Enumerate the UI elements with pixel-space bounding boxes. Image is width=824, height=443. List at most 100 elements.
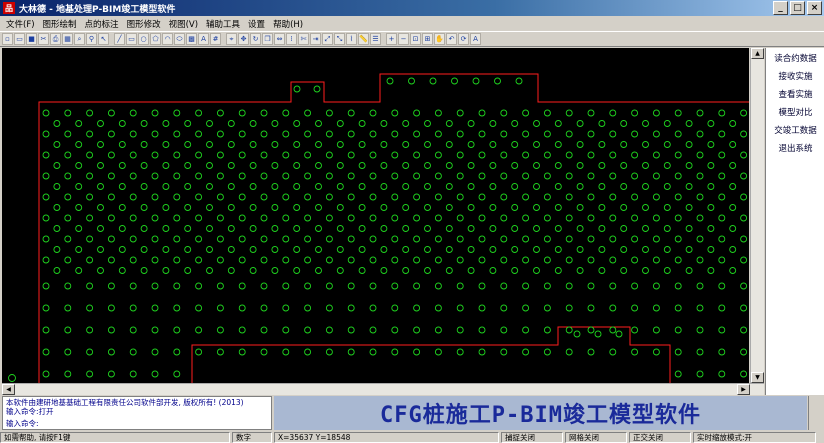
stretch-icon[interactable]: ⤢: [322, 33, 333, 45]
cut-icon[interactable]: ✂: [38, 33, 49, 45]
scroll-left-button[interactable]: ◀: [2, 384, 15, 395]
preview-icon[interactable]: ▦: [62, 33, 73, 45]
break-icon[interactable]: ⌇: [346, 33, 357, 45]
zoom-window-icon[interactable]: ⊡: [410, 33, 421, 45]
open-icon[interactable]: ▭: [14, 33, 25, 45]
minimize-button[interactable]: _: [773, 1, 788, 15]
pile-circle: [576, 267, 584, 274]
exit-system-button[interactable]: 退出系统: [766, 140, 824, 158]
ellipse-icon[interactable]: ⬭: [174, 33, 185, 45]
polygon-icon[interactable]: ⬠: [150, 33, 161, 45]
pile-circle: [325, 130, 333, 138]
pan-icon[interactable]: ✋: [434, 33, 445, 45]
pile-circle: [451, 77, 458, 85]
pile-circle: [380, 120, 388, 127]
pile-circle: [620, 246, 628, 253]
trim-icon[interactable]: ✄: [298, 33, 309, 45]
drawing-canvas[interactable]: [2, 48, 749, 383]
pile-circle: [696, 256, 704, 264]
pile-circle: [652, 282, 660, 290]
pile-circle: [238, 109, 246, 117]
scroll-right-button[interactable]: ▶: [737, 384, 750, 395]
menu-settings[interactable]: 设置: [246, 18, 271, 30]
pile-circle: [445, 183, 453, 190]
read-contract-data-button[interactable]: 读合约数据: [766, 50, 824, 68]
pin-icon[interactable]: ⚲: [86, 33, 97, 45]
pile-circle: [293, 120, 301, 127]
status-grid[interactable]: 网格关闭: [565, 431, 627, 443]
line-icon[interactable]: ╱: [114, 33, 125, 45]
vertical-scrollbar[interactable]: ▲ ▼: [750, 48, 764, 383]
zoom-out-icon[interactable]: −: [398, 33, 409, 45]
pile-circle: [206, 225, 213, 232]
pile-circle: [511, 120, 519, 127]
maximize-button[interactable]: □: [790, 1, 805, 15]
grid-icon[interactable]: #: [210, 33, 221, 45]
pile-circle: [325, 256, 333, 264]
pile-circle: [652, 235, 660, 243]
zoom-in-icon[interactable]: +: [386, 33, 397, 45]
hatch-icon[interactable]: ▩: [186, 33, 197, 45]
model-compare-button[interactable]: 模型对比: [766, 104, 824, 122]
move-icon[interactable]: ✥: [238, 33, 249, 45]
command-scrollbar[interactable]: [808, 396, 824, 430]
layer-icon[interactable]: ☰: [370, 33, 381, 45]
pile-circle: [140, 225, 148, 232]
find-icon[interactable]: ⌕: [74, 33, 85, 45]
pile-circle: [391, 326, 399, 334]
horizontal-scrollbar[interactable]: ◀ ▶: [2, 383, 764, 395]
menu-draw[interactable]: 图形绘制: [41, 18, 83, 30]
pile-circle: [260, 172, 268, 180]
copy-icon[interactable]: ❐: [262, 33, 273, 45]
scroll-up-button[interactable]: ▲: [751, 48, 764, 59]
menu-annotate[interactable]: 点的标注: [83, 18, 125, 30]
view-implementation-button[interactable]: 查看实施: [766, 86, 824, 104]
scale-icon[interactable]: ⤡: [334, 33, 345, 45]
font-icon[interactable]: A: [470, 33, 481, 45]
status-ortho[interactable]: 正交关闭: [629, 431, 691, 443]
status-realtime-zoom[interactable]: 实时缩放模式:开: [693, 431, 816, 443]
arc-icon[interactable]: ◠: [162, 33, 173, 45]
side-panel: 读合约数据 接收实施 查看实施 模型对比 交竣工数据 退出系统: [765, 48, 824, 395]
command-window[interactable]: 本软件由建研地基基础工程有限责任公司软件部开发, 版权所有! (2013) 输入…: [2, 396, 272, 430]
pile-circle: [86, 214, 94, 222]
save-icon[interactable]: ■: [26, 33, 37, 45]
pile-circle: [598, 141, 606, 148]
pile-circle: [369, 348, 377, 356]
pile-circle: [216, 151, 224, 159]
receive-implementation-button[interactable]: 接收实施: [766, 68, 824, 86]
snap-icon[interactable]: ⌖: [226, 33, 237, 45]
menu-modify[interactable]: 图形修改: [125, 18, 167, 30]
menu-file[interactable]: 文件(F): [4, 18, 41, 30]
rotate-icon[interactable]: ↻: [250, 33, 261, 45]
pile-layout-drawing[interactable]: [2, 48, 749, 383]
scroll-down-button[interactable]: ▼: [751, 372, 764, 383]
pile-circle: [554, 183, 562, 190]
command-input[interactable]: 输入命令:: [6, 418, 268, 429]
text-icon[interactable]: A: [198, 33, 209, 45]
rect-icon[interactable]: ▭: [126, 33, 137, 45]
zoom-all-icon[interactable]: ⊞: [422, 33, 433, 45]
print-icon[interactable]: ⎙: [50, 33, 61, 45]
pile-circle: [467, 225, 475, 232]
close-button[interactable]: ×: [807, 1, 822, 15]
pile-circle: [380, 183, 388, 190]
submit-completion-data-button[interactable]: 交竣工数据: [766, 122, 824, 140]
menu-view[interactable]: 视图(V): [167, 18, 204, 30]
regen-icon[interactable]: ⟳: [458, 33, 469, 45]
mirror-icon[interactable]: ⇔: [274, 33, 285, 45]
pile-circle: [282, 214, 290, 222]
zoom-prev-icon[interactable]: ↶: [446, 33, 457, 45]
new-icon[interactable]: ▫: [2, 33, 13, 45]
pile-circle: [271, 246, 279, 253]
pile-circle: [107, 130, 115, 138]
array-icon[interactable]: ⁞: [286, 33, 297, 45]
extend-icon[interactable]: ⇥: [310, 33, 321, 45]
pile-circle: [216, 214, 224, 222]
measure-icon[interactable]: 📏: [358, 33, 369, 45]
cursor-icon[interactable]: ↖: [98, 33, 109, 45]
circle-icon[interactable]: ○: [138, 33, 149, 45]
menu-help[interactable]: 帮助(H): [271, 18, 309, 30]
status-snap[interactable]: 捕捉关闭: [501, 431, 563, 443]
menu-tools[interactable]: 辅助工具: [204, 18, 246, 30]
